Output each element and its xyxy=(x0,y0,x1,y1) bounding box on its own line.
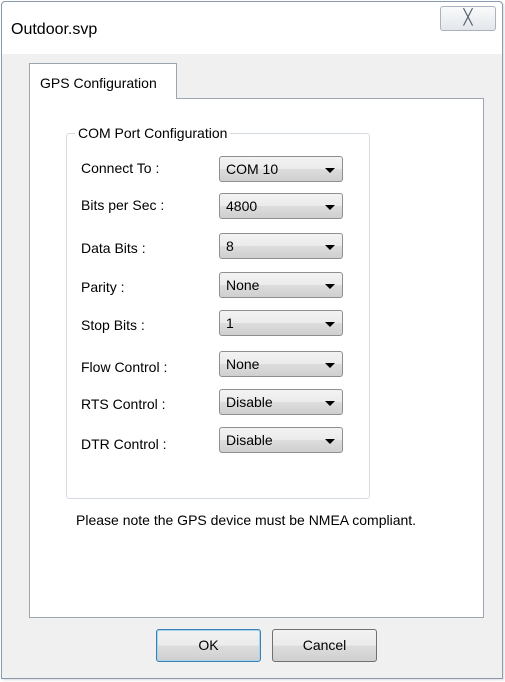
dialog-window: Outdoor.svp ╳ GPS Configuration COM Port… xyxy=(1,1,503,679)
flow-control-select[interactable]: None xyxy=(219,351,343,377)
tab-gps-configuration[interactable]: GPS Configuration xyxy=(29,63,177,99)
data-bits-value: 8 xyxy=(226,238,234,254)
data-bits-label: Data Bits : xyxy=(81,240,146,256)
connect-to-value: COM 10 xyxy=(226,161,279,177)
close-icon: ╳ xyxy=(463,9,473,26)
stop-bits-label: Stop Bits : xyxy=(81,317,145,333)
tab-panel: COM Port Configuration Connect To : COM … xyxy=(29,98,484,618)
chevron-down-icon xyxy=(325,401,335,406)
dtr-control-value: Disable xyxy=(226,432,273,448)
cancel-button[interactable]: Cancel xyxy=(272,629,377,662)
rts-control-value: Disable xyxy=(226,394,273,410)
flow-control-value: None xyxy=(226,356,260,372)
chevron-down-icon xyxy=(325,363,335,368)
nmea-note: Please note the GPS device must be NMEA … xyxy=(76,512,417,528)
dialog-client-area: GPS Configuration COM Port Configuration… xyxy=(2,54,502,678)
chevron-down-icon xyxy=(325,322,335,327)
stop-bits-select[interactable]: 1 xyxy=(219,310,343,336)
rts-control-label: RTS Control : xyxy=(81,396,166,412)
parity-value: None xyxy=(226,277,260,293)
bits-per-sec-value: 4800 xyxy=(226,198,258,214)
connect-to-select[interactable]: COM 10 xyxy=(219,156,343,182)
dtr-control-label: DTR Control : xyxy=(81,436,167,452)
stop-bits-value: 1 xyxy=(226,315,234,331)
chevron-down-icon xyxy=(325,168,335,173)
data-bits-select[interactable]: 8 xyxy=(219,233,343,259)
parity-label: Parity : xyxy=(81,279,125,295)
chevron-down-icon xyxy=(325,439,335,444)
connect-to-label: Connect To : xyxy=(81,160,160,176)
flow-control-label: Flow Control : xyxy=(81,359,168,375)
chevron-down-icon xyxy=(325,284,335,289)
window-title: Outdoor.svp xyxy=(11,21,98,38)
com-port-groupbox: COM Port Configuration Connect To : COM … xyxy=(66,125,370,499)
title-bar: Outdoor.svp ╳ xyxy=(2,2,502,54)
groupbox-title: COM Port Configuration xyxy=(75,125,231,141)
parity-select[interactable]: None xyxy=(219,272,343,298)
rts-control-select[interactable]: Disable xyxy=(219,389,343,415)
chevron-down-icon xyxy=(325,205,335,210)
bits-per-sec-select[interactable]: 4800 xyxy=(219,193,343,219)
close-button[interactable]: ╳ xyxy=(440,6,496,31)
tab-label: GPS Configuration xyxy=(40,75,157,91)
ok-button[interactable]: OK xyxy=(156,629,261,662)
dtr-control-select[interactable]: Disable xyxy=(219,427,343,453)
bits-per-sec-label: Bits per Sec : xyxy=(81,197,165,213)
chevron-down-icon xyxy=(325,245,335,250)
